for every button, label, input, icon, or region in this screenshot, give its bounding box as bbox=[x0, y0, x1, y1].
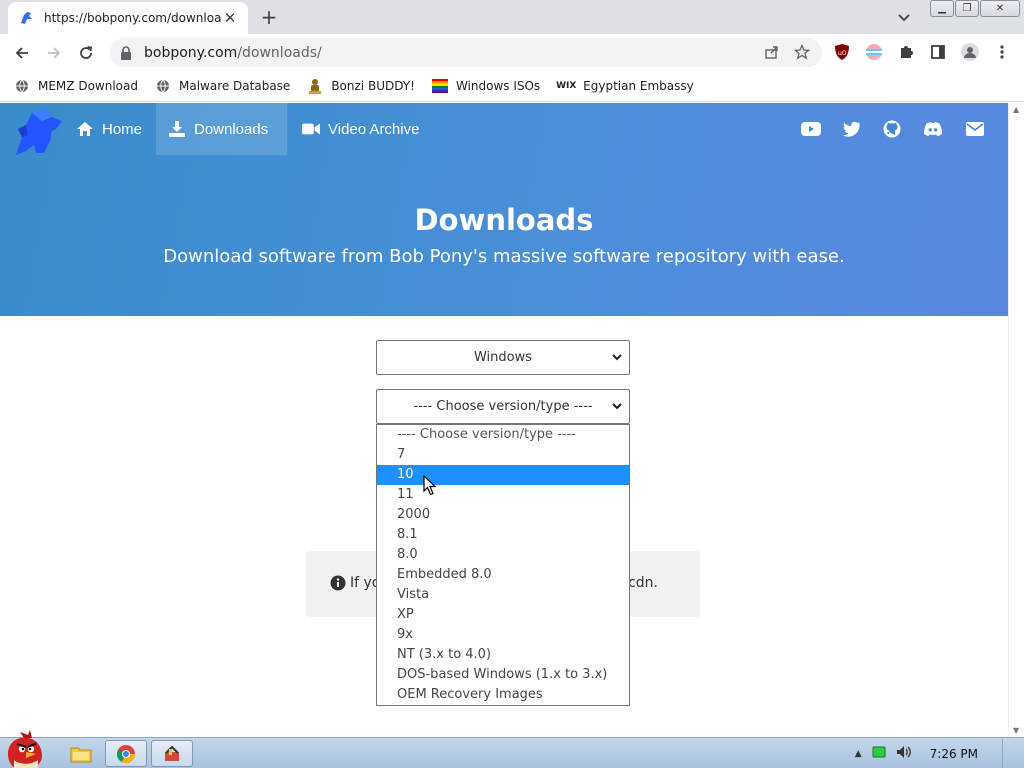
dropdown-option[interactable]: 11 bbox=[377, 485, 629, 505]
github-icon[interactable] bbox=[882, 119, 902, 139]
scroll-up-arrow-icon[interactable]: ▲ bbox=[1013, 105, 1019, 114]
share-icon[interactable] bbox=[764, 44, 780, 63]
tab-close-icon[interactable]: ✕ bbox=[222, 9, 238, 27]
extensions-puzzle-icon[interactable] bbox=[896, 42, 916, 62]
download-icon bbox=[168, 120, 186, 138]
system-tray: ▲ 7:26 PM bbox=[855, 738, 1024, 768]
globe-icon bbox=[14, 78, 30, 94]
taskbar-app-icon[interactable] bbox=[151, 740, 193, 767]
page-viewport: Home Downloads Video Archive Downloads D… bbox=[0, 103, 1008, 737]
bookmark-bonzi-buddy[interactable]: Bonzi BUDDY! bbox=[307, 78, 415, 94]
new-tab-button[interactable]: + bbox=[258, 7, 280, 29]
globe-icon bbox=[155, 78, 171, 94]
dropdown-option[interactable]: DOS-based Windows (1.x to 3.x) bbox=[377, 665, 629, 685]
dropdown-option[interactable]: 10 bbox=[377, 465, 629, 485]
reload-icon[interactable] bbox=[75, 42, 97, 64]
bookmark-egyptian-embassy[interactable]: WIX Egyptian Embassy bbox=[556, 78, 694, 94]
ublock-origin-icon[interactable]: uO bbox=[832, 42, 852, 62]
start-button-angry-bird-icon[interactable] bbox=[2, 730, 50, 768]
tab-title: https://bobpony.com/downloads bbox=[44, 11, 222, 25]
wix-icon: WIX bbox=[556, 81, 577, 91]
show-desktop-button[interactable] bbox=[1002, 739, 1014, 768]
os-select[interactable]: Windows bbox=[376, 340, 630, 375]
windows-taskbar: ▲ 7:26 PM bbox=[0, 730, 1024, 768]
rainbow-flag-icon bbox=[431, 78, 448, 94]
svg-text:uO: uO bbox=[838, 50, 847, 57]
dropdown-option[interactable]: NT (3.x to 4.0) bbox=[377, 645, 629, 665]
dropdown-option[interactable]: ---- Choose version/type ---- bbox=[377, 425, 629, 445]
profile-avatar-icon[interactable] bbox=[960, 42, 980, 62]
version-dropdown-list: ---- Choose version/type ---- 7 10 11 2000 8.… bbox=[376, 424, 630, 706]
nav-home[interactable]: Home bbox=[64, 103, 154, 155]
side-panel-icon[interactable] bbox=[928, 42, 948, 62]
back-arrow-icon[interactable] bbox=[11, 42, 33, 64]
tab-strip: https://bobpony.com/downloads ✕ + ▁ ❐ ✕ bbox=[0, 0, 1024, 34]
page-title: Downloads bbox=[414, 203, 594, 237]
notice-text-end: cdn. bbox=[628, 575, 658, 591]
browser-tab[interactable]: https://bobpony.com/downloads ✕ bbox=[8, 2, 248, 34]
twitter-icon[interactable] bbox=[842, 119, 862, 139]
page-subtitle: Download software from Bob Pony's massiv… bbox=[163, 246, 845, 267]
address-bar[interactable]: bobpony.com/downloads/ bbox=[110, 38, 822, 67]
dropdown-option[interactable]: XP bbox=[377, 605, 629, 625]
kebab-menu-icon[interactable] bbox=[992, 42, 1012, 62]
url-host: bobpony.com bbox=[144, 44, 238, 61]
dropdown-option[interactable]: 8.1 bbox=[377, 525, 629, 545]
maximize-button[interactable]: ❐ bbox=[955, 0, 979, 17]
bobpony-logo-icon[interactable] bbox=[12, 107, 64, 157]
youtube-icon[interactable] bbox=[801, 119, 821, 139]
window-controls: ▁ ❐ ✕ bbox=[930, 0, 1020, 17]
taskbar-clock[interactable]: 7:26 PM bbox=[930, 747, 978, 761]
bobpony-favicon-icon bbox=[18, 10, 34, 26]
dropdown-option[interactable]: 9x bbox=[377, 625, 629, 645]
video-camera-icon bbox=[302, 120, 320, 138]
chevron-down-icon bbox=[611, 351, 623, 363]
tray-expand-icon[interactable]: ▲ bbox=[855, 749, 862, 759]
bookmarks-bar: MEMZ Download Malware Database Bonzi BUD… bbox=[0, 71, 1024, 102]
bookmark-memz[interactable]: MEMZ Download bbox=[14, 78, 138, 94]
lock-icon[interactable] bbox=[120, 45, 134, 60]
mouse-cursor-icon bbox=[423, 474, 437, 496]
email-icon[interactable] bbox=[965, 119, 985, 139]
tab-search-chevron-icon[interactable] bbox=[895, 9, 913, 27]
forward-arrow-icon[interactable] bbox=[43, 42, 65, 64]
site-navbar: Home Downloads Video Archive bbox=[0, 103, 1008, 155]
bookmark-malware-database[interactable]: Malware Database bbox=[155, 78, 290, 94]
hero-banner: Home Downloads Video Archive Downloads D… bbox=[0, 103, 1008, 316]
discord-icon[interactable] bbox=[923, 119, 943, 139]
url-path: /downloads/ bbox=[237, 44, 322, 61]
bookmark-star-icon[interactable] bbox=[793, 43, 811, 63]
dropdown-option[interactable]: 2000 bbox=[377, 505, 629, 525]
close-window-button[interactable]: ✕ bbox=[980, 0, 1020, 17]
taskbar-chrome-icon[interactable] bbox=[105, 740, 147, 767]
dropdown-option[interactable]: Vista bbox=[377, 585, 629, 605]
nav-video-archive[interactable]: Video Archive bbox=[290, 103, 431, 155]
taskbar-explorer-folder-icon[interactable] bbox=[60, 740, 102, 767]
nav-downloads[interactable]: Downloads bbox=[156, 103, 287, 155]
page-scrollbar[interactable]: ▲ ▼ bbox=[1008, 103, 1024, 737]
dropdown-option[interactable]: OEM Recovery Images bbox=[377, 685, 629, 705]
minimize-button[interactable]: ▁ bbox=[930, 0, 954, 17]
bonzi-buddy-icon bbox=[307, 78, 323, 94]
pride-flag-extension-icon[interactable] bbox=[864, 42, 884, 62]
scroll-down-arrow-icon[interactable]: ▼ bbox=[1013, 726, 1019, 735]
bookmark-windows-isos[interactable]: Windows ISOs bbox=[431, 78, 540, 94]
volume-icon[interactable] bbox=[896, 745, 912, 762]
dropdown-option[interactable]: 8.0 bbox=[377, 545, 629, 565]
dropdown-option[interactable]: Embedded 8.0 bbox=[377, 565, 629, 585]
info-circle-icon bbox=[330, 575, 346, 591]
home-icon bbox=[76, 120, 94, 138]
chevron-down-icon bbox=[611, 400, 623, 412]
dropdown-option[interactable]: 7 bbox=[377, 445, 629, 465]
version-select[interactable]: ---- Choose version/type ---- bbox=[376, 389, 630, 424]
tray-battery-icon[interactable] bbox=[872, 746, 886, 761]
browser-toolbar: bobpony.com/downloads/ uO bbox=[0, 34, 1024, 71]
